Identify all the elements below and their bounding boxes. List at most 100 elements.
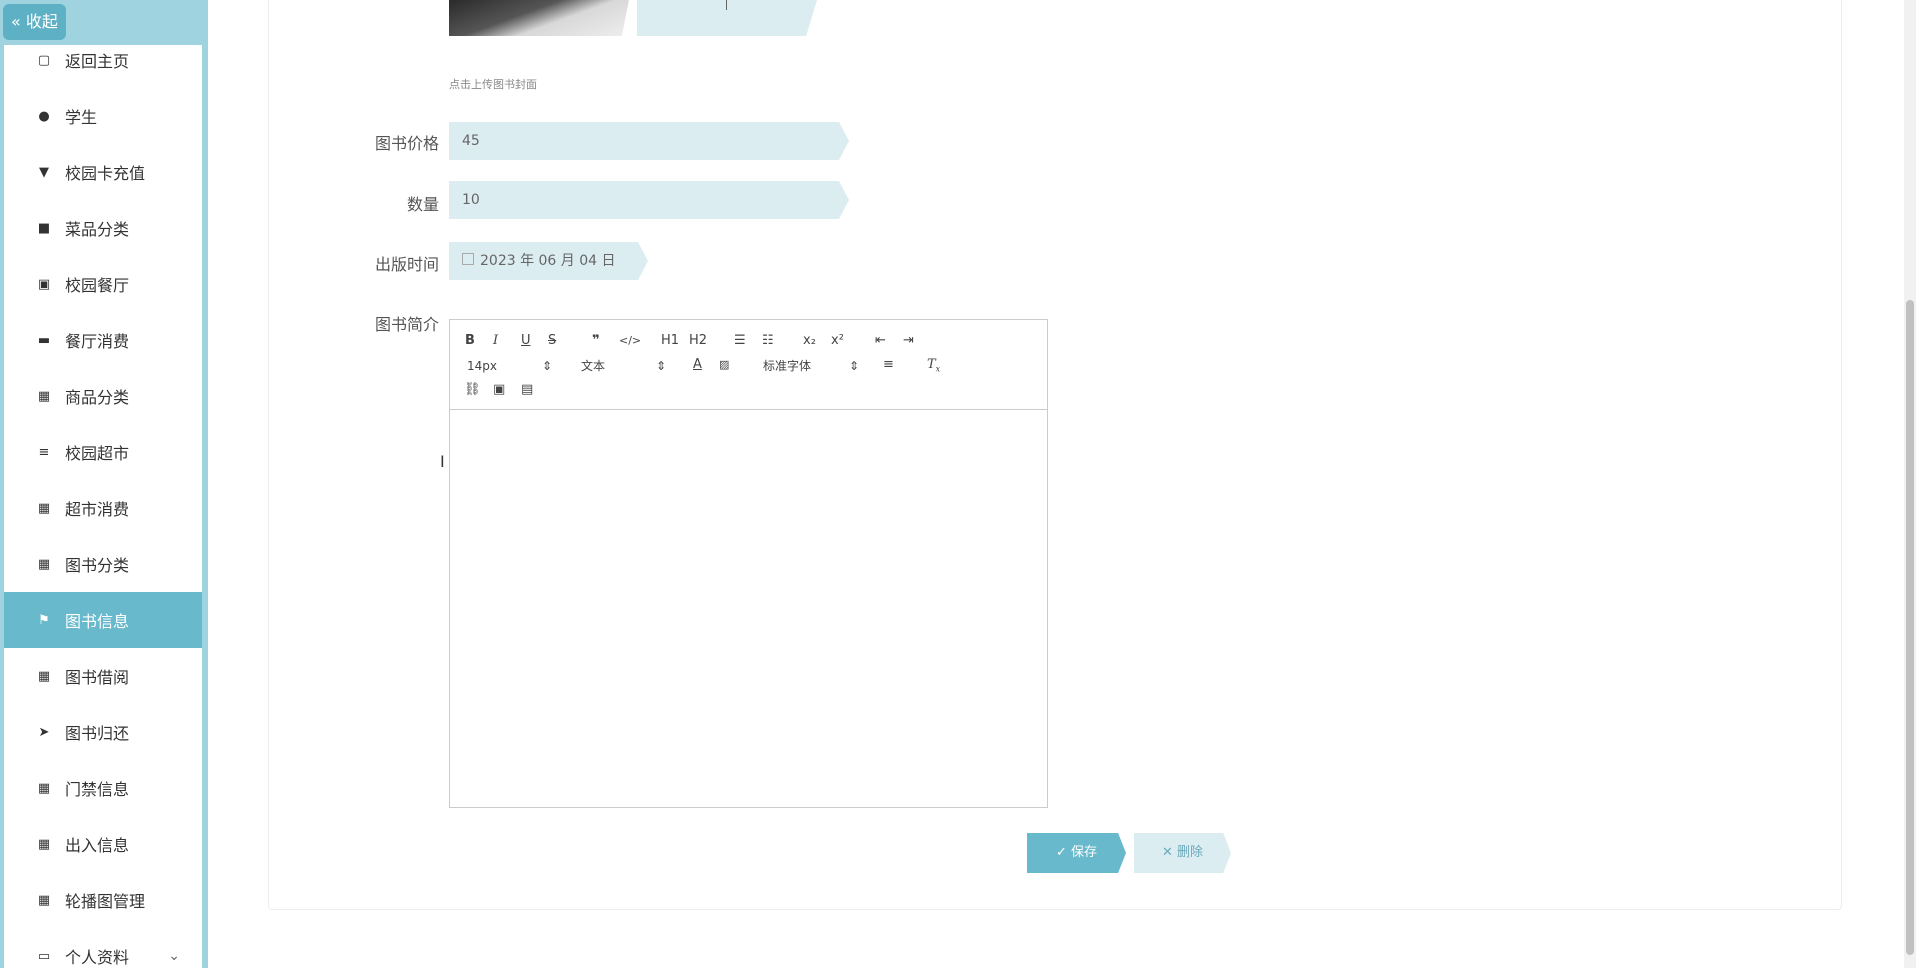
heading2-icon[interactable]: H2 [689, 333, 707, 349]
align-icon[interactable]: ≡ [883, 357, 894, 373]
publish-date-label: 出版时间 [374, 255, 439, 274]
send-icon: ➤ [38, 724, 50, 740]
sidebar-item-label: 返回主页 [65, 52, 130, 71]
sidebar-item-label: 商品分类 [65, 388, 130, 407]
sidebar-item-label: 超市消费 [65, 500, 130, 519]
grid-icon: ▦ [37, 668, 51, 684]
grid-icon: ▦ [37, 556, 51, 572]
calendar-icon [462, 253, 474, 265]
quantity-input[interactable]: 10 [449, 181, 849, 219]
editor-toolbar: B I U S ❞ </> H1 H2 ☰ ☷ x₂ x² ⇤ ⇥ 14px ⇕ … [450, 320, 1047, 410]
sidebar-item-entry-exit[interactable]: ▦ 出入信息 [4, 816, 202, 872]
font-family-select[interactable]: 标准字体 ⇕ [763, 358, 859, 374]
cover-input[interactable] [637, 0, 817, 36]
sidebar-item-supermarket[interactable]: ≡ 校园超市 [4, 424, 202, 480]
sidebar-item-carousel[interactable]: ▦ 轮播图管理 [4, 872, 202, 928]
sidebar-item-label: 菜品分类 [65, 220, 130, 239]
price-label: 图书价格 [374, 134, 439, 153]
sidebar-item-book-return[interactable]: ➤ 图书归还 [4, 704, 202, 760]
flag-icon: ⚑ [38, 612, 50, 628]
sidebar-item-canteen[interactable]: ▣ 校园餐厅 [4, 256, 202, 312]
sidebar-item-label: 学生 [65, 108, 98, 127]
sidebar-item-book-category[interactable]: ▦ 图书分类 [4, 536, 202, 592]
home-icon: ▢ [37, 52, 51, 68]
sidebar-item-students[interactable]: ● 学生 [4, 88, 202, 144]
scrollbar[interactable] [1904, 0, 1916, 968]
sidebar: « 收起 ▢ 返回主页 ● 学生 ▼ 校园卡充值 ■ 菜品分类 ▣ 校园餐厅 ▬… [0, 0, 208, 968]
save-button[interactable]: ✓ 保存 [1027, 833, 1126, 873]
outdent-icon[interactable]: ⇤ [875, 333, 886, 349]
sidebar-item-label: 出入信息 [65, 836, 130, 855]
font-color-icon[interactable]: A [693, 357, 702, 373]
sidebar-item-goods-category[interactable]: ▦ 商品分类 [4, 368, 202, 424]
scrollbar-thumb[interactable] [1906, 300, 1914, 955]
grid-icon: ▦ [37, 780, 51, 796]
sidebar-item-label: 个人资料 [65, 948, 130, 967]
delete-button[interactable]: ✕ 删除 [1134, 833, 1231, 873]
close-icon: ✕ [1161, 845, 1177, 860]
background-color-icon[interactable]: ▨ [719, 357, 729, 373]
sidebar-item-book-info[interactable]: ⚑ 图书信息 [4, 592, 202, 648]
sidebar-item-card-recharge[interactable]: ▼ 校园卡充值 [4, 144, 202, 200]
publish-date-input[interactable]: 2023 年 06 月 04 日 [449, 242, 648, 280]
book-cover-image[interactable] [449, 0, 629, 36]
sidebar-item-access-control[interactable]: ▦ 门禁信息 [4, 760, 202, 816]
publish-date-value: 2023 年 06 月 04 日 [480, 253, 616, 269]
list-icon: ≡ [38, 444, 50, 460]
sidebar-menu: ▢ 返回主页 ● 学生 ▼ 校园卡充值 ■ 菜品分类 ▣ 校园餐厅 ▬ 餐厅消费… [4, 45, 202, 968]
grid-icon: ▦ [37, 892, 51, 908]
sidebar-item-label: 图书借阅 [65, 668, 130, 687]
monitor-icon: ▬ [37, 332, 51, 348]
intro-label: 图书简介 [374, 315, 439, 334]
comment-icon: ■ [37, 220, 51, 236]
price-input[interactable]: 45 [449, 122, 849, 160]
sidebar-item-label: 校园卡充值 [65, 164, 146, 183]
sidebar-item-label: 图书归还 [65, 724, 130, 743]
select-arrow-icon: ⇕ [849, 359, 860, 373]
video-icon[interactable]: ▤ [521, 382, 533, 398]
check-icon: ✓ [1055, 845, 1071, 860]
grid-icon: ▦ [37, 836, 51, 852]
sidebar-item-supermarket-spending[interactable]: ▦ 超市消费 [4, 480, 202, 536]
editor-content-area[interactable] [450, 410, 1047, 808]
text-cursor-icon: I [440, 452, 445, 471]
sidebar-item-canteen-spending[interactable]: ▬ 餐厅消费 [4, 312, 202, 368]
superscript-icon[interactable]: x² [831, 333, 844, 349]
sidebar-item-label: 餐厅消费 [65, 332, 130, 351]
image-icon[interactable]: ▣ [493, 382, 505, 398]
code-block-icon[interactable]: </> [619, 333, 641, 349]
block-format-select[interactable]: 文本 ⇕ [581, 358, 666, 374]
sidebar-item-label: 图书信息 [65, 612, 130, 631]
upload-hint: 点击上传图书封面 [449, 78, 537, 91]
clear-format-icon[interactable]: Tx [927, 357, 940, 378]
collapse-sidebar-button[interactable]: « 收起 [3, 4, 66, 40]
bullet-list-icon[interactable]: ☷ [762, 333, 774, 349]
sidebar-item-label: 图书分类 [65, 556, 130, 575]
sidebar-item-profile[interactable]: ▭ 个人资料 ⌄ [4, 928, 202, 968]
paint-roller-icon: ▼ [39, 164, 49, 180]
link-icon[interactable]: ⛓ [464, 382, 481, 398]
sidebar-item-label: 轮播图管理 [65, 892, 146, 911]
grid-icon: ▦ [37, 500, 51, 516]
heading1-icon[interactable]: H1 [661, 333, 679, 349]
font-size-select[interactable]: 14px ⇕ [467, 358, 552, 374]
grid-icon: ▦ [37, 388, 51, 404]
italic-icon[interactable]: I [493, 333, 498, 349]
bold-icon[interactable]: B [465, 333, 475, 349]
sidebar-item-book-borrow[interactable]: ▦ 图书借阅 [4, 648, 202, 704]
quantity-label: 数量 [406, 195, 439, 214]
blockquote-icon[interactable]: ❞ [592, 333, 600, 349]
chevron-down-icon: ⌄ [168, 948, 180, 964]
ordered-list-icon[interactable]: ☰ [734, 333, 746, 349]
sidebar-item-dish-category[interactable]: ■ 菜品分类 [4, 200, 202, 256]
subscript-icon[interactable]: x₂ [803, 333, 816, 349]
strikethrough-icon[interactable]: S [548, 333, 556, 349]
select-arrow-icon: ⇕ [656, 359, 667, 373]
underline-icon[interactable]: U [521, 333, 531, 349]
sidebar-item-home[interactable]: ▢ 返回主页 [4, 45, 202, 88]
rich-text-editor: B I U S ❞ </> H1 H2 ☰ ☷ x₂ x² ⇤ ⇥ 14px ⇕ … [449, 319, 1048, 808]
clipboard-icon: ▣ [37, 276, 51, 292]
user-icon: ● [38, 108, 50, 124]
sidebar-item-label: 校园餐厅 [65, 276, 130, 295]
indent-icon[interactable]: ⇥ [903, 333, 914, 349]
